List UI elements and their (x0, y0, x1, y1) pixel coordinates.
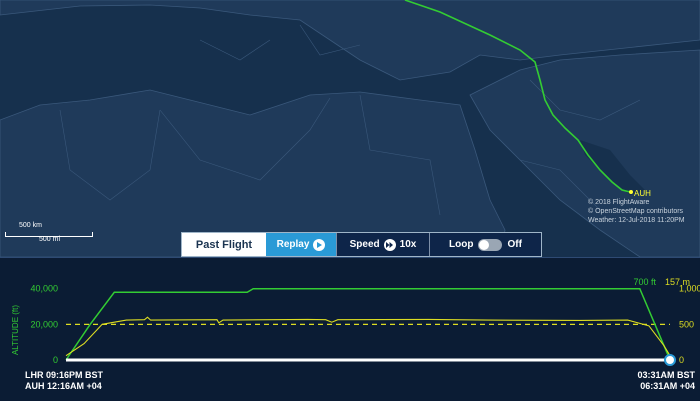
speed-max-label: 157 m (665, 277, 690, 287)
flight-profile-panel: ALTITUDE (ft) 0 20,000 40,000 0 500 1,000 70… (0, 257, 700, 400)
replay-label: Replay (276, 239, 310, 250)
speed-label: Speed (349, 239, 380, 250)
speed-tick-label: 0 (679, 355, 684, 365)
map-scale: 500 km 500 mi (5, 222, 95, 248)
altitude-speed-chart[interactable]: ALTITUDE (ft) 020,00040,000 05001,000 70… (0, 258, 700, 401)
airport-marker (629, 190, 633, 194)
playback-controls: Past Flight Replay Speed 10x Loop Off (181, 232, 542, 257)
scale-label-mi: 500 mi (39, 236, 61, 243)
loop-toggle[interactable] (478, 238, 503, 251)
speed-tick-label: 500 (679, 319, 694, 329)
airport-label[interactable]: AUH (634, 189, 651, 198)
scale-label-km: 500 km (19, 222, 42, 229)
arrival-time-dest: 06:31AM +04 (640, 381, 695, 391)
attribution-line-3: Weather: 12-Jul-2018 11:20PM (588, 217, 685, 224)
speed-value: 10x (399, 239, 417, 250)
altitude-tick-label: 40,000 (30, 284, 58, 294)
fast-forward-icon (383, 238, 396, 251)
altitude-tick-label: 0 (53, 355, 58, 365)
departure-info: LHR 09:16PM BST AUH 12:16AM +04 (25, 370, 103, 392)
departure-time-dest: AUH 12:16AM +04 (25, 381, 102, 391)
attribution-line-2: © OpenStreetMap contributors (588, 208, 684, 215)
altitude-axis-label: ALTITUDE (ft) (11, 305, 20, 355)
altitude-tick-label: 20,000 (30, 319, 58, 329)
loop-state: Off (507, 239, 522, 250)
altitude-max-label: 700 ft (633, 277, 656, 287)
speed-series-line (65, 316, 671, 357)
loop-control[interactable]: Loop Off (429, 233, 541, 256)
play-icon (313, 238, 326, 251)
timeline-handle[interactable] (664, 354, 676, 366)
loop-label: Loop (449, 239, 474, 250)
speed-button[interactable]: Speed 10x (336, 233, 429, 256)
past-flight-tab[interactable]: Past Flight (182, 233, 266, 256)
map-attribution: © 2018 FlightAware © OpenStreetMap contr… (588, 198, 700, 225)
replay-button[interactable]: Replay (266, 233, 336, 256)
arrival-time-local: 03:31AM BST (637, 370, 695, 380)
arrival-info: 03:31AM BST 06:31AM +04 (637, 370, 695, 392)
departure-time-local: LHR 09:16PM BST (25, 370, 104, 380)
attribution-line-1: © 2018 FlightAware (588, 199, 650, 206)
